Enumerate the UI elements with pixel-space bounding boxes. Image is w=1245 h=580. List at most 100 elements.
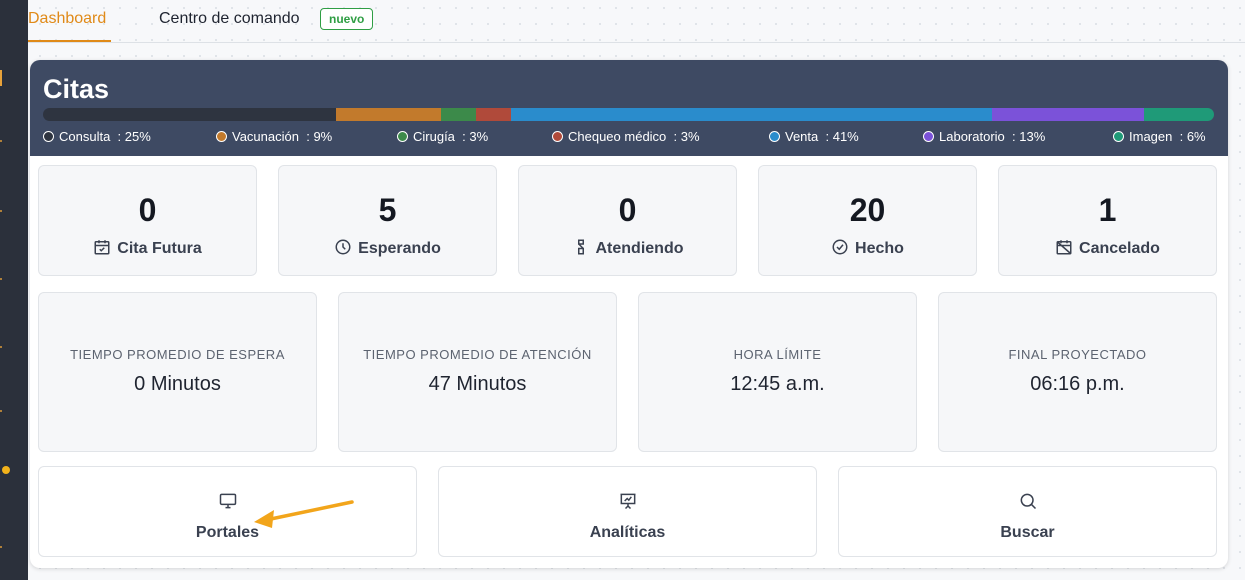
annotation-arrow-icon bbox=[254, 500, 354, 528]
legend-label: Venta bbox=[785, 129, 819, 144]
sidebar-nav-item[interactable] bbox=[0, 346, 2, 348]
stat-label: Esperando bbox=[279, 238, 496, 258]
bar-segment bbox=[511, 108, 992, 121]
metric-value: 06:16 p.m. bbox=[1030, 373, 1125, 395]
legend-percent: 25% bbox=[124, 129, 151, 144]
stat-value: 1 bbox=[1098, 192, 1117, 228]
metric-final-proyectado: FINAL PROYECTADO 06:16 p.m. bbox=[938, 292, 1217, 452]
legend-percent: 3% bbox=[680, 129, 700, 144]
stat-value: 0 bbox=[618, 192, 637, 228]
metric-caption: TIEMPO PROMEDIO DE ESPERA bbox=[70, 347, 285, 362]
stat-label-text: Hecho bbox=[855, 240, 904, 257]
stat-value: 20 bbox=[849, 192, 886, 228]
stat-hecho[interactable]: 20 Hecho bbox=[758, 165, 977, 276]
legend-percent: 9% bbox=[313, 129, 333, 144]
legend-swatch bbox=[397, 131, 408, 142]
citas-header: Citas Consulta : 25% Vacunación : 9% Cir… bbox=[30, 60, 1228, 156]
citas-card: Citas Consulta : 25% Vacunación : 9% Cir… bbox=[30, 60, 1228, 568]
metric-value: 12:45 a.m. bbox=[730, 373, 825, 395]
metric-tiempo-atencion: TIEMPO PROMEDIO DE ATENCIÓN 47 Minutos bbox=[338, 292, 617, 452]
stat-esperando[interactable]: 5 Esperando bbox=[278, 165, 497, 276]
metric-caption: TIEMPO PROMEDIO DE ATENCIÓN bbox=[363, 347, 592, 362]
sidebar-nav-item[interactable] bbox=[0, 140, 2, 142]
monitor-icon bbox=[219, 493, 236, 509]
sidebar-nav-item[interactable] bbox=[0, 278, 2, 280]
legend-swatch bbox=[552, 131, 563, 142]
new-badge: nuevo bbox=[320, 8, 374, 30]
legend-percent: 41% bbox=[832, 129, 859, 144]
hourglass-icon bbox=[577, 239, 584, 255]
metric-hora-limite: HORA LÍMITE 12:45 a.m. bbox=[638, 292, 917, 452]
legend-swatch bbox=[923, 131, 934, 142]
stat-label-text: Atendiendo bbox=[595, 240, 684, 257]
buscar-label: Buscar bbox=[1000, 524, 1055, 541]
tab-bar: Dashboard Centro de comando nuevo bbox=[28, 0, 1245, 43]
legend-label: Vacunación bbox=[232, 129, 299, 144]
bar-segment bbox=[441, 108, 477, 121]
check-circle-icon bbox=[832, 239, 848, 255]
legend-item: Venta : 41% bbox=[769, 129, 859, 144]
citas-title: Citas bbox=[43, 74, 110, 104]
bar-segment bbox=[1143, 108, 1214, 121]
legend-label: Consulta bbox=[59, 129, 111, 144]
legend-label: Laboratorio bbox=[939, 129, 1005, 144]
tab-dashboard[interactable]: Dashboard bbox=[28, 10, 106, 28]
sidebar-active-indicator bbox=[0, 70, 2, 86]
legend-item: Vacunación : 9% bbox=[216, 129, 332, 144]
legend-label: Cirugía bbox=[413, 129, 455, 144]
sidebar bbox=[0, 0, 28, 580]
buscar-button[interactable]: Buscar bbox=[838, 466, 1217, 557]
bar-segment bbox=[335, 108, 442, 121]
stat-label-text: Esperando bbox=[358, 240, 441, 257]
stat-label-text: Cancelado bbox=[1079, 240, 1160, 257]
stat-atendiendo[interactable]: 0 Atendiendo bbox=[518, 165, 737, 276]
legend-percent: 3% bbox=[469, 129, 489, 144]
bar-segment bbox=[476, 108, 512, 121]
sidebar-nav-item[interactable] bbox=[0, 210, 2, 212]
metric-value: 47 Minutos bbox=[428, 373, 527, 395]
stat-value: 5 bbox=[378, 192, 397, 228]
sidebar-notification-dot bbox=[2, 466, 10, 474]
active-tab-underline bbox=[28, 40, 111, 42]
stat-value: 0 bbox=[138, 192, 157, 228]
sidebar-nav-item[interactable] bbox=[0, 410, 2, 412]
legend-swatch bbox=[769, 131, 780, 142]
appointment-distribution-bar bbox=[43, 108, 1214, 121]
legend-percent: 6% bbox=[1186, 129, 1206, 144]
calendar-check-icon bbox=[94, 240, 110, 255]
search-icon bbox=[1020, 493, 1036, 510]
legend-item: Cirugía : 3% bbox=[397, 129, 488, 144]
metric-caption: HORA LÍMITE bbox=[733, 347, 822, 362]
analiticas-button[interactable]: Analíticas bbox=[438, 466, 817, 557]
legend-label: Chequeo médico bbox=[568, 129, 667, 144]
metric-caption: FINAL PROYECTADO bbox=[1008, 347, 1147, 362]
stat-label: Cancelado bbox=[999, 238, 1216, 258]
tab-centro-de-comando[interactable]: Centro de comando bbox=[159, 10, 300, 28]
stat-label: Atendiendo bbox=[519, 238, 736, 258]
legend-swatch bbox=[43, 131, 54, 142]
legend-swatch bbox=[1113, 131, 1124, 142]
legend-percent: 13% bbox=[1019, 129, 1046, 144]
calendar-x-icon bbox=[1056, 240, 1072, 255]
sidebar-nav-item[interactable] bbox=[0, 546, 2, 548]
metric-tiempo-espera: TIEMPO PROMEDIO DE ESPERA 0 Minutos bbox=[38, 292, 317, 452]
bar-segment bbox=[43, 108, 336, 121]
legend-swatch bbox=[216, 131, 227, 142]
stat-cancelado[interactable]: 1 Cancelado bbox=[998, 165, 1217, 276]
metric-value: 0 Minutos bbox=[134, 373, 221, 395]
presentation-chart-icon bbox=[620, 493, 635, 510]
stat-label: Hecho bbox=[759, 238, 976, 258]
stat-cita-futura[interactable]: 0 Cita Futura bbox=[38, 165, 257, 276]
bar-segment bbox=[991, 108, 1144, 121]
stat-label-text: Cita Futura bbox=[117, 240, 202, 257]
appointment-legend: Consulta : 25% Vacunación : 9% Cirugía :… bbox=[43, 129, 1214, 145]
legend-item: Chequeo médico : 3% bbox=[552, 129, 700, 144]
legend-label: Imagen bbox=[1129, 129, 1173, 144]
analiticas-label: Analíticas bbox=[589, 524, 666, 541]
legend-item: Laboratorio : 13% bbox=[923, 129, 1045, 144]
legend-item: Imagen : 6% bbox=[1113, 129, 1206, 144]
portales-button[interactable]: Portales bbox=[38, 466, 417, 557]
stat-label: Cita Futura bbox=[39, 238, 256, 258]
clock-icon bbox=[335, 239, 351, 255]
legend-item: Consulta : 25% bbox=[43, 129, 151, 144]
